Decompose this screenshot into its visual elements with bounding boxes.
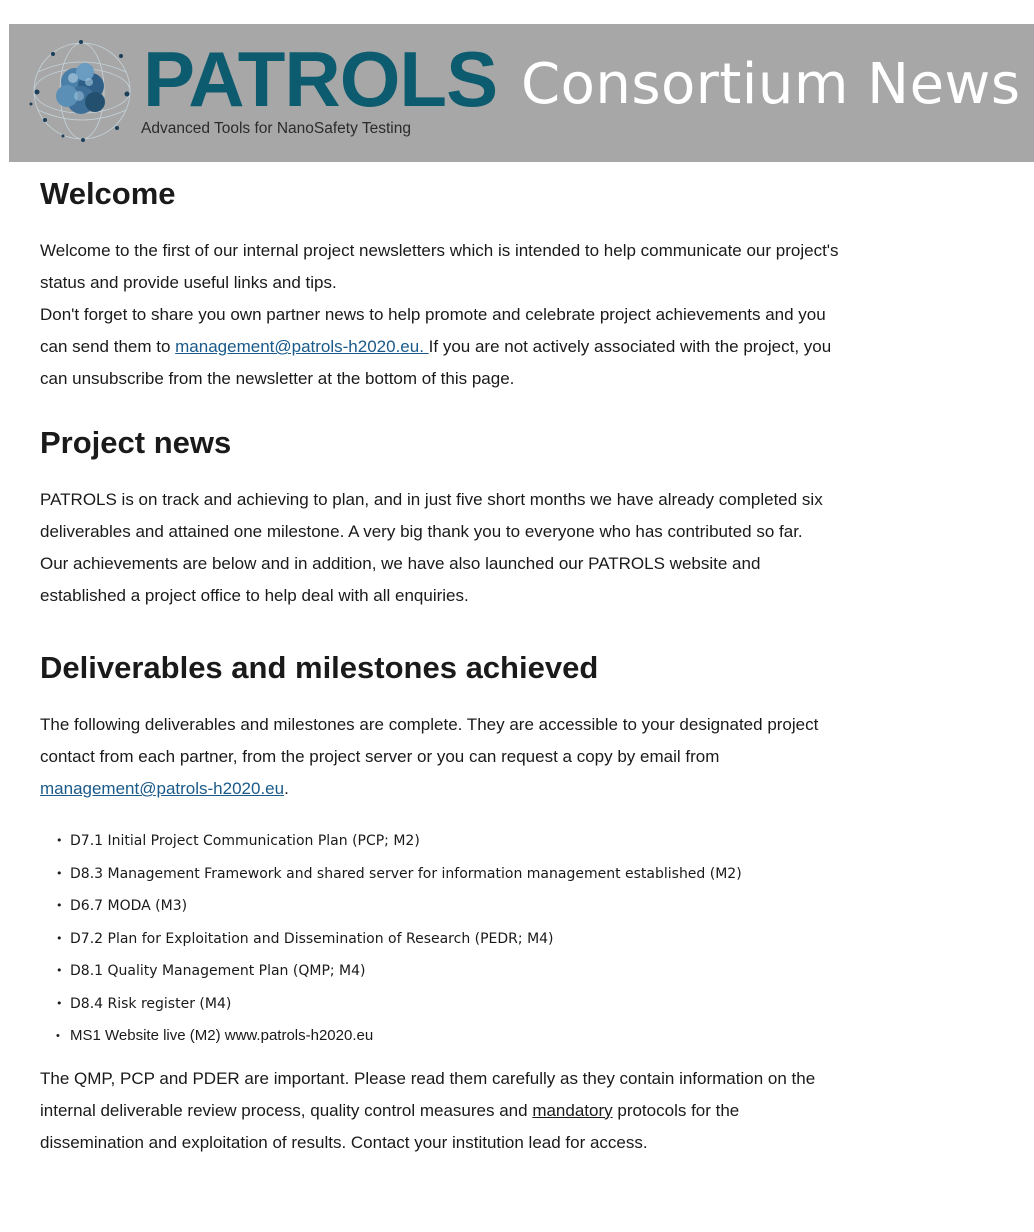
deliverables-list: • D7.1 Initial Project Communication Plan… [40,825,1015,1053]
management-email-link[interactable]: management@patrols-h2020.eu. [175,337,429,356]
list-item: • D7.2 Plan for Exploitation and Dissemin… [56,923,1015,956]
list-item: • D8.3 Management Framework and shared se… [56,858,1015,891]
deliverables-line: The following deliverables and milestone… [40,715,819,734]
bullet-icon: • [56,1030,60,1042]
closing-line: The QMP, PCP and PDER are important. Ple… [40,1068,816,1088]
bullet-icon: • [56,964,63,977]
management-email-link[interactable]: management@patrols-h2020.eu [40,779,284,798]
bullet-icon: • [56,899,63,912]
welcome-line: If you are not actively associated with … [428,337,832,356]
bullet-icon: • [56,834,63,847]
bullet-icon: • [56,996,63,1010]
list-item: • D6.7 MODA (M3) [56,890,1015,923]
list-item-label: MS1 Website live (M2) www.patrols-h2020.… [70,1027,374,1044]
closing-line: internal deliverable review process, qua… [40,1100,533,1120]
deliverables-line: . [284,779,289,798]
brand-tagline: Advanced Tools for NanoSafety Testing [141,120,411,137]
welcome-paragraph: Welcome to the first of our internal pro… [40,235,1015,395]
project-news-line: Our achievements are below and in additi… [40,554,761,573]
closing-paragraph: The QMP, PCP and PDER are important. Ple… [40,1063,1015,1159]
newsletter-banner: PATROLS Advanced Tools for NanoSafety Te… [9,24,1034,162]
bullet-icon: • [56,931,63,945]
list-item-label: D7.2 Plan for Exploitation and Dissemina… [70,930,554,947]
list-item: • D7.1 Initial Project Communication Plan… [56,825,1015,858]
newsletter-title: Consortium News [521,52,1021,117]
project-news-line: PATROLS is on track and achieving to pla… [40,490,823,509]
welcome-line: can unsubscribe from the newsletter at t… [40,369,515,388]
deliverables-heading: Deliverables and milestones achieved [40,650,599,685]
list-item-label: D6.7 MODA (M3) [70,898,188,914]
bullet-icon: • [56,866,63,880]
welcome-line: Welcome to the first of our internal pro… [40,241,839,260]
welcome-heading: Welcome [40,176,176,211]
project-news-paragraph: PATROLS is on track and achieving to pla… [40,484,1015,612]
welcome-line: Don't forget to share you own partner ne… [40,305,826,324]
list-item-label: D8.1 Quality Management Plan (QMP; M4) [70,963,366,979]
list-item-label: D7.1 Initial Project Communication Plan … [70,833,420,849]
page-top-margin [0,0,1034,24]
list-item-label: D8.3 Management Framework and shared ser… [70,865,742,882]
project-news-section: Project news PATROLS is on track and ach… [40,425,1015,612]
deliverables-intro: The following deliverables and milestone… [40,709,1015,805]
list-item-label: D8.4 Risk register (M4) [70,995,232,1012]
list-item: • D8.4 Risk register (M4) [56,988,1015,1021]
closing-line: protocols for the [612,1100,740,1120]
brand-logo-text: PATROLS [143,35,498,123]
welcome-section: Welcome Welcome to the first of our inte… [40,176,1015,395]
mandatory-emphasis: mandatory [532,1100,613,1120]
welcome-line: can send them to [40,337,176,356]
closing-section: The QMP, PCP and PDER are important. Ple… [40,1063,1015,1159]
nanoparticle-cluster-icon [29,40,131,142]
list-item: • D8.1 Quality Management Plan (QMP; M4) [56,955,1015,988]
closing-line: dissemination and exploitation of result… [40,1132,648,1152]
newsletter-content: Welcome Welcome to the first of our inte… [40,176,1015,1159]
deliverables-section: Deliverables and milestones achieved The… [40,650,1015,1053]
deliverables-line: contact from each partner, from the proj… [40,747,720,766]
project-news-line: established a project office to help dea… [40,586,469,605]
project-news-heading: Project news [40,425,232,460]
welcome-line: status and provide useful links and tips… [40,273,337,292]
project-news-line: deliverables and attained one milestone.… [40,522,803,541]
list-item: • MS1 Website live (M2) www.patrols-h2020… [56,1020,1015,1053]
